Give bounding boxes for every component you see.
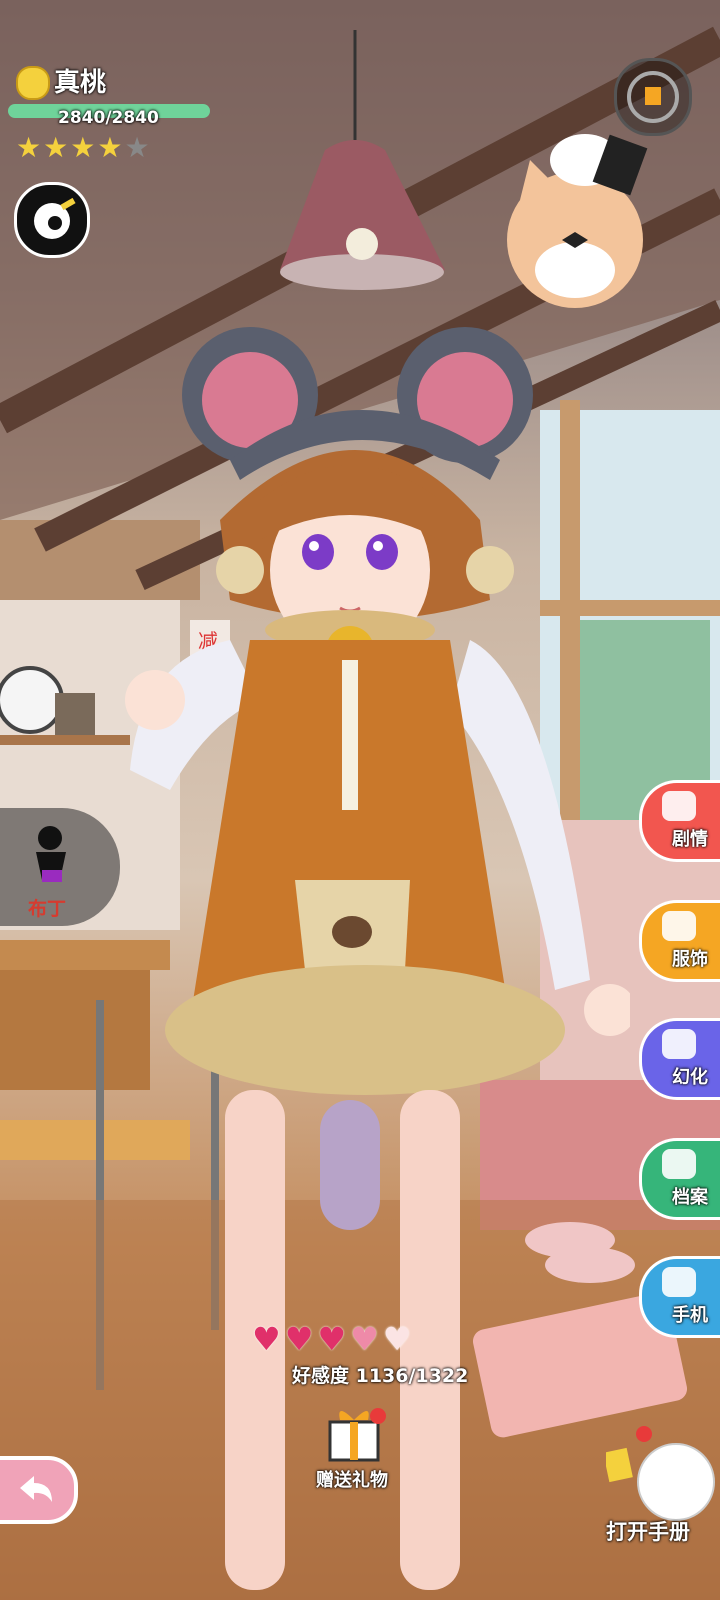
heart-icon: ♥ [382, 1320, 412, 1358]
cat-mascot[interactable] [500, 130, 670, 310]
camera-mode-button[interactable] [14, 182, 90, 258]
heart-icon: ♥ [252, 1320, 281, 1358]
star-icon: ★ [70, 131, 96, 164]
transform-icon [662, 1029, 696, 1059]
swap-outfit-button[interactable] [614, 58, 692, 136]
side-menu-phone-button[interactable]: 手机 [639, 1256, 720, 1338]
affection-text: 好感度 1136/1322 [292, 1365, 469, 1387]
ceiling-lamp [280, 30, 445, 290]
hp-text: 2840/2840 [58, 108, 159, 128]
affection-hearts: ♥ ♥ ♥ ♥ ♥ [252, 1323, 415, 1355]
star-icon: ★ [124, 131, 150, 164]
heart-icon: ♥ [350, 1320, 379, 1358]
side-menu-transform-button[interactable]: 幻化 [639, 1018, 720, 1100]
outfit-icon [662, 911, 696, 941]
phone-icon [662, 1267, 696, 1297]
side-menu-outfit-label: 服饰 [672, 949, 708, 970]
companion-button[interactable]: 布丁 [0, 808, 120, 926]
camera-icon [34, 197, 76, 239]
side-menu-story-button[interactable]: 剧情 [639, 780, 720, 862]
handbook-label: 打开手册 [606, 1520, 690, 1544]
swap-icon [627, 71, 679, 123]
side-menu-profile-button[interactable]: 档案 [639, 1138, 720, 1220]
side-menu-profile-label: 档案 [672, 1187, 708, 1208]
side-menu-outfit-button[interactable]: 服饰 [639, 900, 720, 982]
star-icon: ★ [97, 131, 123, 164]
companion-silhouette-icon [36, 826, 66, 882]
star-rating: ★★★★★ [16, 134, 152, 162]
game-scene: 减 肥 [0, 0, 720, 1600]
companion-label: 布丁 [28, 898, 67, 920]
star-icon: ★ [16, 131, 42, 164]
back-arrow-icon [20, 1476, 52, 1502]
heart-icon: ♥ [284, 1320, 314, 1358]
side-menu-transform-label: 幻化 [672, 1067, 708, 1088]
profile-icon [662, 1149, 696, 1179]
story-icon [662, 791, 696, 821]
back-button[interactable] [0, 1456, 78, 1524]
side-menu-story-label: 剧情 [672, 829, 708, 850]
mood-face-icon [16, 66, 50, 100]
heart-icon: ♥ [317, 1320, 347, 1358]
handbook-cat-icon [603, 1426, 715, 1521]
handbook-button[interactable]: 打开手册 [603, 1422, 720, 1552]
character-name: 真桃 [54, 68, 107, 98]
gift-label: 赠送礼物 [316, 1470, 388, 1491]
star-icon: ★ [43, 131, 69, 164]
gift-icon [328, 1408, 386, 1462]
gift-button[interactable]: 赠送礼物 [316, 1402, 392, 1494]
side-menu-phone-label: 手机 [672, 1305, 708, 1326]
